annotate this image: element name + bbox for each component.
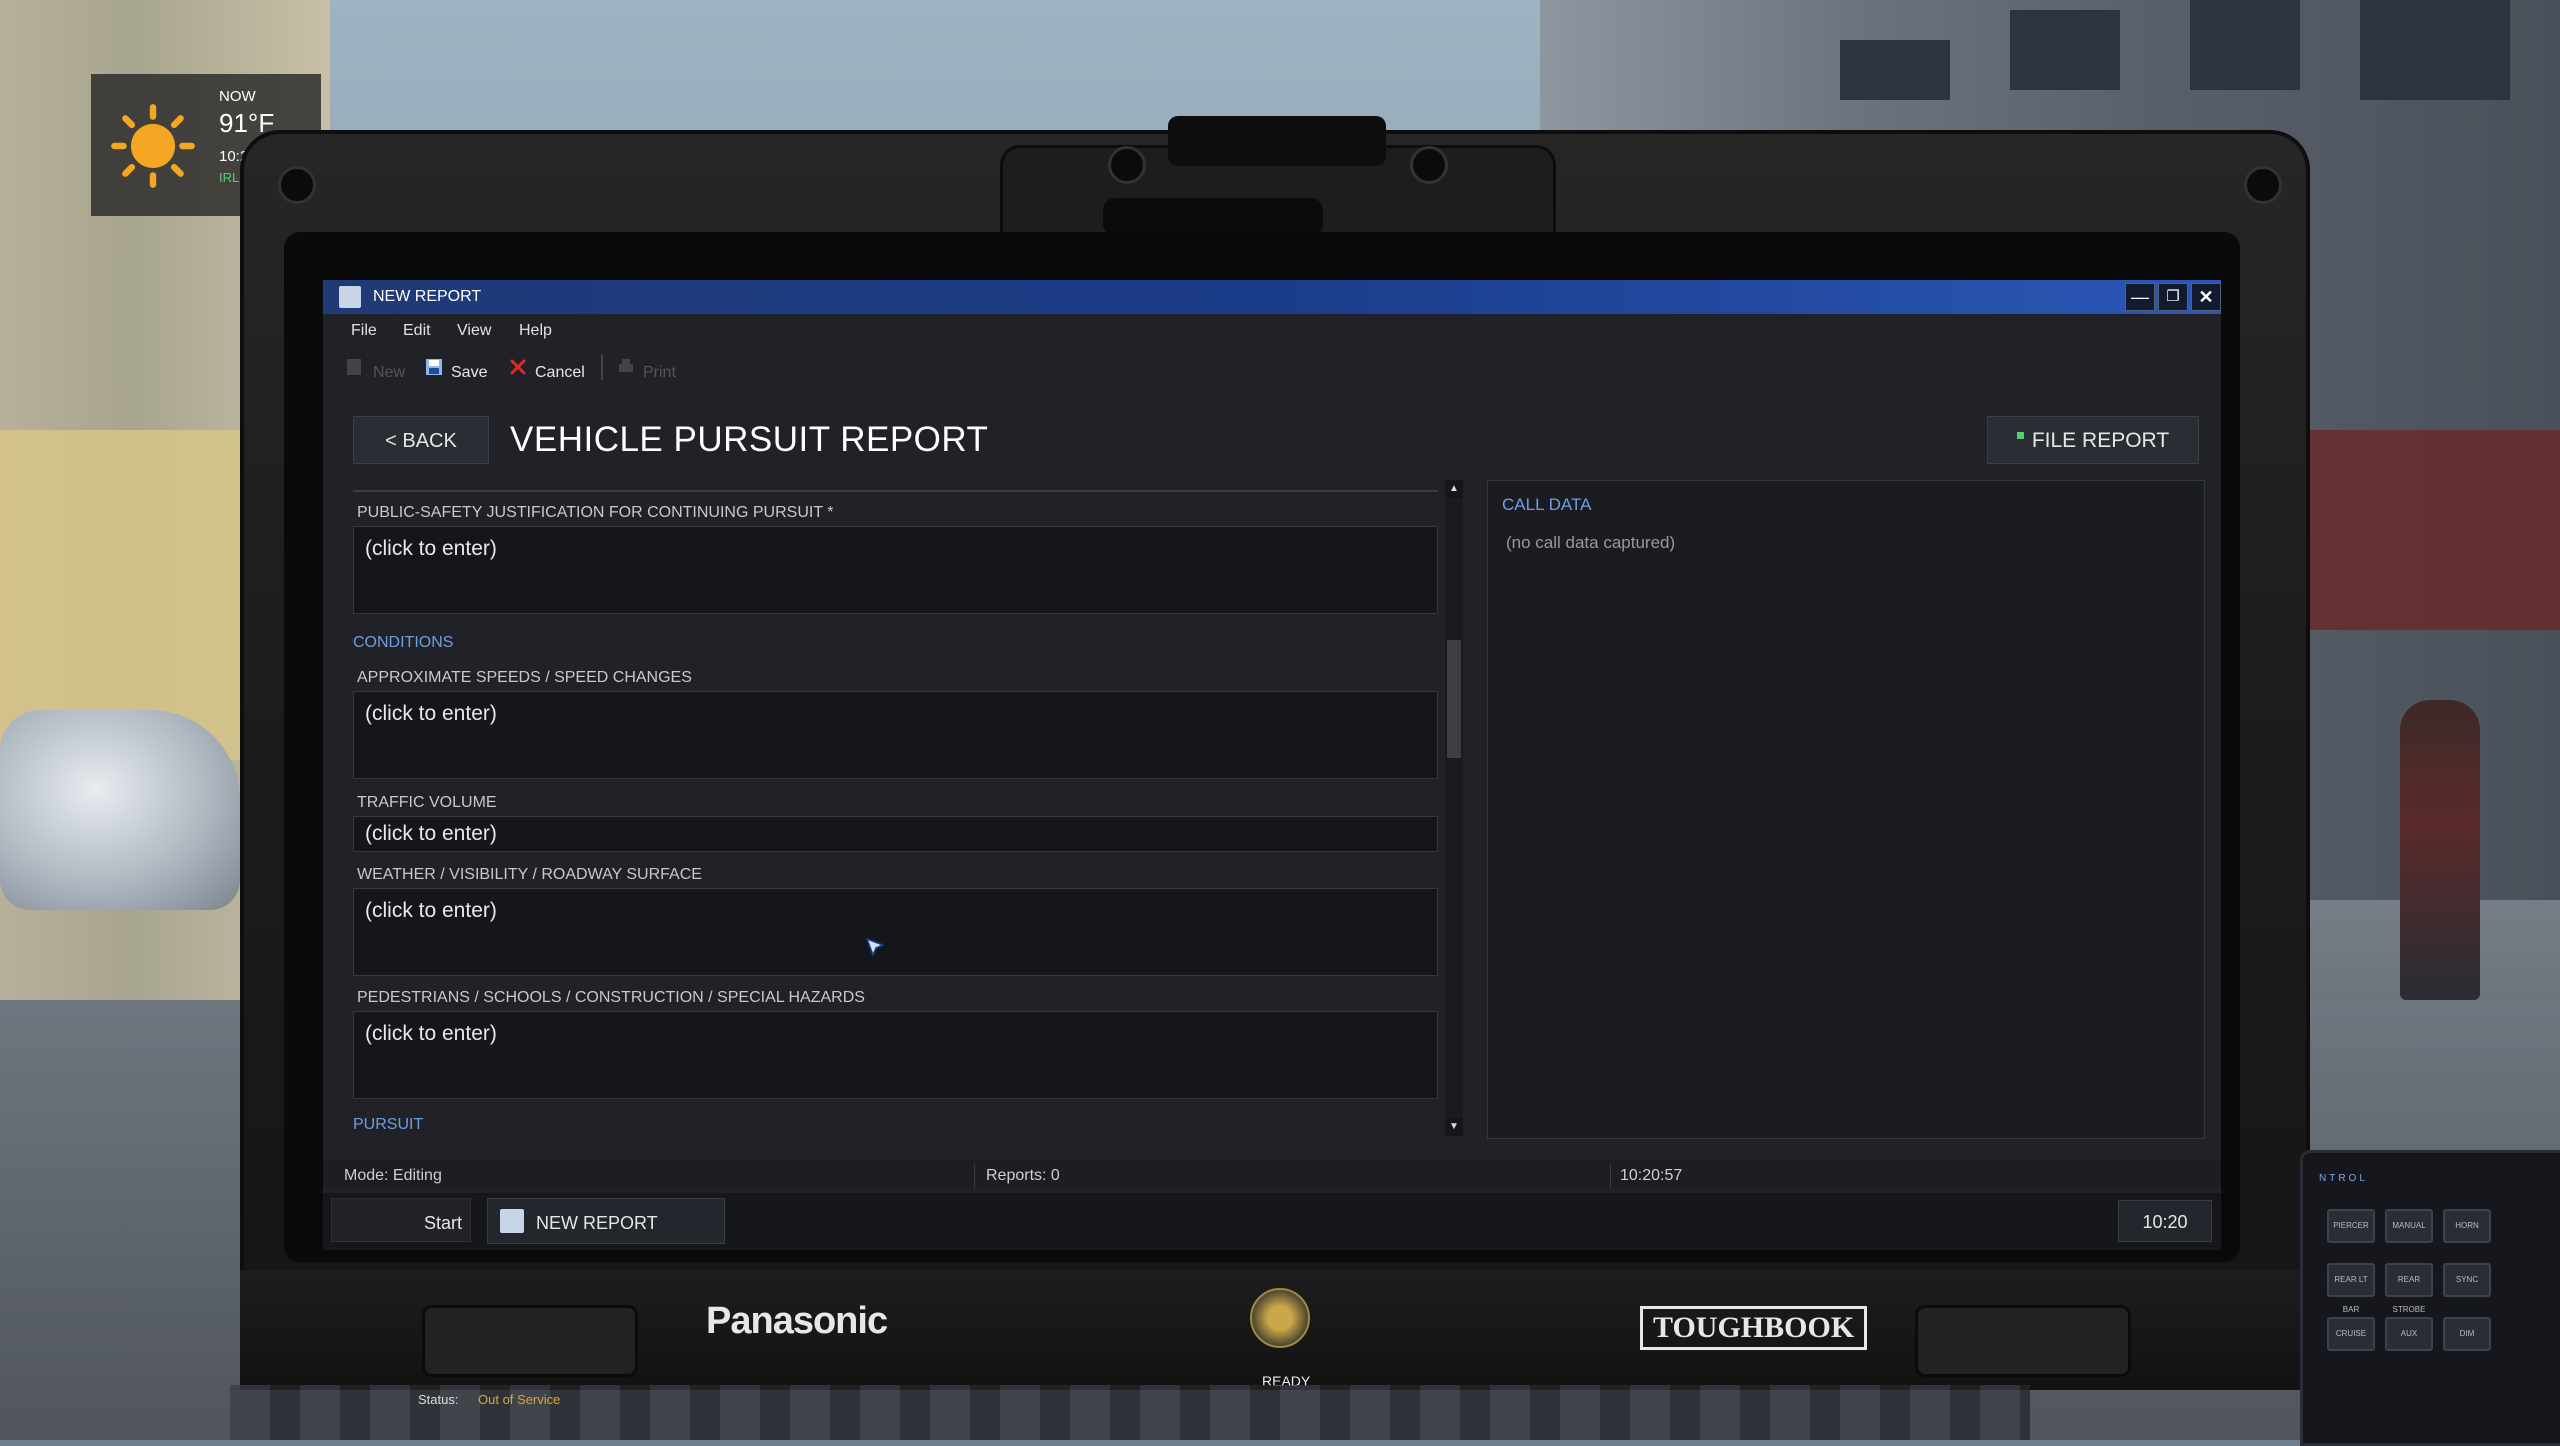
siren-button-rear-lt-bar[interactable]: REAR LT BAR: [2327, 1263, 2375, 1314]
report-form: PUBLIC-SAFETY JUSTIFICATION FOR CONTINUI…: [353, 480, 1438, 1135]
siren-button-horn[interactable]: HORN: [2443, 1209, 2491, 1243]
field-label-hazards: PEDESTRIANS / SCHOOLS / CONSTRUCTION / S…: [357, 989, 865, 1006]
menu-help[interactable]: Help: [519, 322, 552, 340]
file-report-button[interactable]: FILE REPORT: [1987, 416, 2199, 464]
screw: [278, 166, 316, 204]
status-reports: Reports: 0: [978, 1164, 1611, 1188]
new-document-icon[interactable]: [345, 358, 363, 376]
start-button[interactable]: Start: [331, 1198, 471, 1242]
justification-value: (click to enter): [365, 537, 497, 560]
siren-panel-title: NTROL: [2319, 1173, 2368, 1184]
weather-now-label: NOW: [219, 88, 256, 105]
scroll-down-icon[interactable]: ▼: [1445, 1118, 1463, 1136]
field-label-speeds: APPROXIMATE SPEEDS / SPEED CHANGES: [357, 669, 692, 686]
status-time: 10:20:57: [1620, 1167, 1683, 1184]
hazards-value: (click to enter): [365, 1022, 497, 1045]
form-divider: [353, 480, 1438, 492]
traffic-input[interactable]: (click to enter): [353, 816, 1438, 852]
laptop-handle: [1168, 116, 1386, 166]
siren-button-dim[interactable]: DIM: [2443, 1317, 2491, 1351]
print-icon[interactable]: [617, 358, 635, 376]
close-button[interactable]: ✕: [2191, 283, 2221, 311]
menu-edit[interactable]: Edit: [403, 322, 431, 340]
restore-button[interactable]: ❐: [2158, 283, 2188, 311]
siren-button-aux[interactable]: AUX: [2385, 1317, 2433, 1351]
siren-button-piercer[interactable]: PIERCER: [2327, 1209, 2375, 1243]
section-pursuit: PURSUIT: [353, 1116, 424, 1133]
save-disk-icon[interactable]: [425, 358, 443, 376]
siren-control-panel: NTROL PIERCER MANUAL HORN REAR LT BAR RE…: [2300, 1150, 2560, 1446]
traffic-value: (click to enter): [365, 822, 497, 845]
brand-toughbook: TOUGHBOOK: [1640, 1306, 1868, 1350]
save-button[interactable]: Save: [451, 364, 487, 382]
call-data-panel: CALL DATA (no call data captured): [1487, 480, 2205, 1139]
status-mode: Mode: Editing: [336, 1164, 975, 1188]
latch-right: [1915, 1305, 2131, 1377]
mouse-cursor-icon: [865, 937, 886, 958]
cancel-button[interactable]: Cancel: [535, 364, 585, 382]
report-document-icon: [339, 286, 361, 308]
screw: [1108, 146, 1146, 184]
field-label-weather: WEATHER / VISIBILITY / ROADWAY SURFACE: [357, 866, 702, 883]
field-label-traffic: TRAFFIC VOLUME: [357, 794, 497, 811]
window-title: NEW REPORT: [373, 288, 482, 305]
weather-input[interactable]: (click to enter): [353, 888, 1438, 976]
print-button[interactable]: Print: [643, 364, 676, 382]
pedestrian: [2400, 700, 2480, 1000]
speeds-input[interactable]: (click to enter): [353, 691, 1438, 779]
siren-button-manual[interactable]: MANUAL: [2385, 1209, 2433, 1243]
screw: [2244, 166, 2282, 204]
cancel-x-icon[interactable]: [509, 358, 527, 376]
field-label-justification: PUBLIC-SAFETY JUSTIFICATION FOR CONTINUI…: [357, 504, 834, 521]
screw: [1410, 146, 1448, 184]
title-bar[interactable]: NEW REPORT — ❐ ✕: [323, 280, 2221, 314]
hazards-input[interactable]: (click to enter): [353, 1011, 1438, 1099]
latch-left: [422, 1305, 638, 1377]
parked-car: [0, 710, 240, 910]
brand-panasonic: Panasonic: [706, 1300, 888, 1342]
call-data-value: (no call data captured): [1506, 533, 1676, 552]
back-button[interactable]: < BACK: [353, 416, 489, 464]
weather-value: (click to enter): [365, 899, 497, 922]
unit-status-value: Out of Service: [478, 1392, 561, 1407]
toolbar-separator: [601, 354, 603, 380]
menu-bar: [323, 314, 2221, 344]
file-report-label: FILE REPORT: [2031, 429, 2170, 452]
toolbar: [323, 348, 2221, 378]
minimize-button[interactable]: —: [2125, 283, 2155, 311]
page-title: VEHICLE PURSUIT REPORT: [510, 420, 989, 459]
siren-button-cruise[interactable]: CRUISE: [2327, 1317, 2375, 1351]
section-conditions: CONDITIONS: [353, 634, 454, 651]
form-scrollbar[interactable]: ▲ ▼: [1445, 480, 1463, 1136]
new-button[interactable]: New: [373, 364, 405, 382]
menu-file[interactable]: File: [351, 322, 377, 340]
scroll-thumb[interactable]: [1447, 640, 1461, 758]
siren-button-sync[interactable]: SYNC: [2443, 1263, 2491, 1297]
taskbar-item-new-report[interactable]: NEW REPORT: [487, 1198, 725, 1244]
department-seal-icon: [1250, 1288, 1310, 1348]
ready-indicator-icon: [2016, 432, 2024, 439]
awning: [2280, 430, 2560, 630]
justification-input[interactable]: (click to enter): [353, 526, 1438, 614]
siren-button-rear-strobe[interactable]: REAR STROBE: [2385, 1263, 2433, 1314]
call-data-heading: CALL DATA: [1502, 495, 1592, 514]
scroll-up-icon[interactable]: ▲: [1445, 480, 1463, 498]
speeds-value: (click to enter): [365, 702, 497, 725]
sun-icon: [111, 104, 195, 188]
taskbar-item-label: NEW REPORT: [536, 1213, 658, 1233]
taskbar-clock: 10:20: [2118, 1200, 2212, 1242]
unit-status-label: Status:: [418, 1392, 459, 1407]
menu-view[interactable]: View: [457, 322, 491, 340]
report-document-icon: [500, 1209, 524, 1233]
